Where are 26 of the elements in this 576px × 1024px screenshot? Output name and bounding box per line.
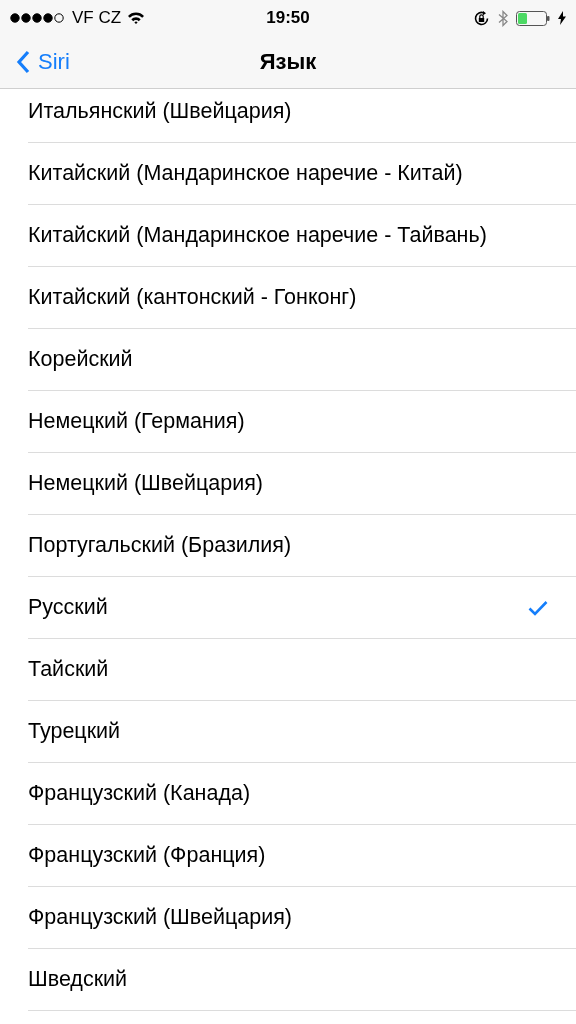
- wifi-icon: [127, 11, 146, 25]
- language-option[interactable]: Китайский (Мандаринское наречие - Китай): [28, 161, 463, 186]
- language-option[interactable]: Шведский: [28, 967, 128, 992]
- language-option[interactable]: Французский (Канада): [28, 781, 251, 806]
- back-button[interactable]: Siri: [0, 49, 70, 75]
- language-option[interactable]: Русский: [28, 595, 108, 620]
- language-option[interactable]: Турецкий: [28, 719, 121, 744]
- chevron-left-icon: [16, 50, 30, 74]
- language-option[interactable]: Немецкий (Германия): [28, 409, 245, 434]
- rotation-lock-icon: [473, 9, 490, 27]
- bluetooth-icon: [498, 9, 508, 27]
- language-option[interactable]: Китайский (Мандаринское наречие - Тайвань): [28, 223, 487, 248]
- signal-icon: [10, 13, 66, 23]
- language-option[interactable]: Корейский: [28, 347, 133, 372]
- status-time: 19:50: [266, 8, 310, 28]
- charging-icon: [558, 11, 566, 25]
- language-option[interactable]: Французский (Франция): [28, 843, 266, 868]
- language-option[interactable]: Немецкий (Швейцария): [28, 471, 263, 496]
- language-option[interactable]: Итальянский (Швейцария): [28, 99, 292, 124]
- language-option[interactable]: Французский (Швейцария): [28, 905, 292, 930]
- language-option[interactable]: Тайский: [28, 657, 109, 682]
- carrier-name: VF CZ: [72, 8, 122, 28]
- battery-icon: [516, 10, 550, 26]
- language-option[interactable]: Китайский (кантонский - Гонконг): [28, 285, 357, 310]
- language-option[interactable]: Португальский (Бразилия): [28, 533, 292, 558]
- page-title: Язык: [259, 49, 317, 75]
